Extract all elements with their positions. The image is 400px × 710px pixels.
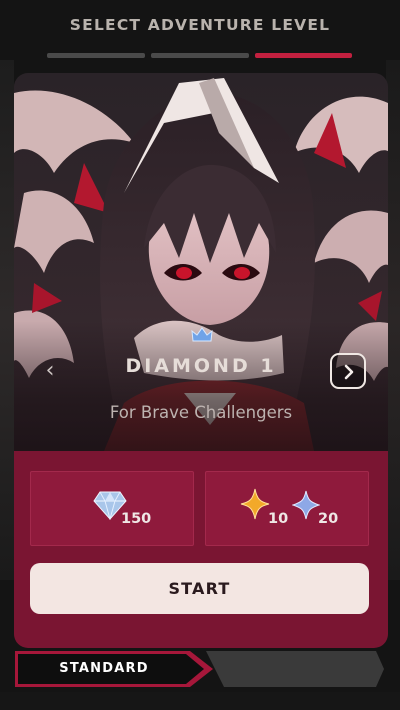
page-title: SELECT ADVENTURE LEVEL [69,16,331,34]
tab-standard[interactable]: STANDARD [14,650,214,688]
start-button[interactable]: START [30,563,369,614]
gold-star-value: 10 [268,511,289,527]
step-indicator [47,53,352,58]
level-card[interactable]: DIAMOND 1 For Brave Challengers ‹ 150 10… [14,73,388,648]
adventure-level-screen: SELECT ADVENTURE LEVEL DIAMOND 1 For Bra… [0,0,400,710]
bottom-strip [0,692,400,710]
tab-standard-label: STANDARD [59,661,149,676]
level-subtitle: For Brave Challengers [109,403,293,422]
gold-star-icon [240,488,270,520]
chevron-right-icon [344,364,354,380]
gold-star-reward: 10 [240,488,300,534]
step-2 [151,53,249,58]
reward-box: 10 20 [205,471,369,546]
entry-cost: 150 [93,488,183,534]
blue-star-icon [292,490,320,520]
crown-icon [191,327,213,342]
next-card-peek [386,60,400,580]
previous-level-button[interactable]: ‹ [40,358,60,384]
entry-cost-value: 150 [121,511,152,527]
previous-card-peek [0,60,14,580]
tab-locked-frame [206,651,384,687]
step-3-active [255,53,352,58]
chevron-left-icon: ‹ [45,358,55,383]
blue-star-value: 20 [318,511,339,527]
step-1 [47,53,145,58]
tab-locked[interactable] [206,650,386,688]
blue-star-reward: 20 [292,488,362,534]
entry-cost-box: 150 [30,471,194,546]
next-level-button[interactable] [330,353,366,389]
character-artwork [14,73,388,451]
level-panel: 150 10 20 START [14,451,388,648]
